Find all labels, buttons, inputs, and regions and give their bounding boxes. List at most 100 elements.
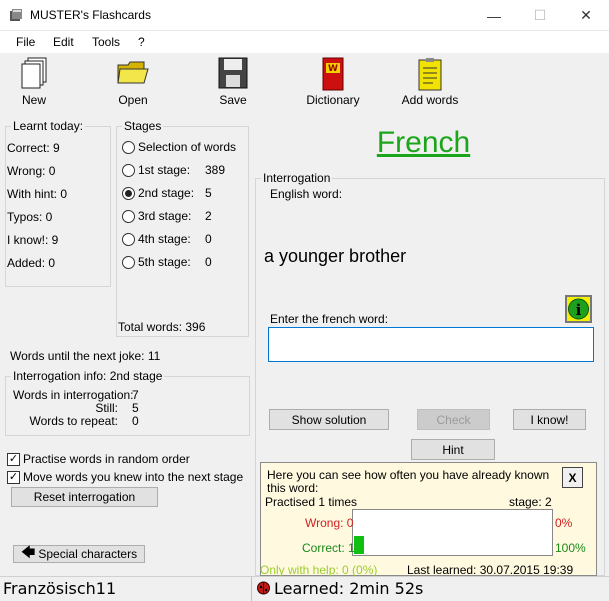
stage-label: 4th stage:: [138, 232, 191, 246]
add-words-button[interactable]: Add words: [398, 57, 462, 109]
wrong-percent: 0%: [555, 516, 573, 530]
window-title: MUSTER's Flashcards: [30, 8, 151, 22]
save-label: Save: [219, 93, 247, 107]
close-button[interactable]: ✕: [563, 0, 609, 31]
joke-counter: Words until the next joke: 11: [10, 349, 161, 363]
menu-edit[interactable]: Edit: [53, 35, 74, 49]
source-word-label: English word:: [270, 187, 343, 201]
radio-button[interactable]: [122, 141, 135, 154]
stage-radio-4th[interactable]: 4th stage: 0: [122, 232, 242, 248]
learnt-with-hint: With hint: 0: [7, 187, 68, 201]
hint-button[interactable]: Hint: [411, 439, 495, 460]
learnt-added: Added: 0: [7, 256, 56, 270]
floppy-disk-icon: [218, 57, 248, 89]
new-button[interactable]: New: [10, 57, 58, 109]
move-known-checkbox[interactable]: ✓: [7, 471, 20, 484]
words-in-interrogation-value: 7: [132, 388, 139, 402]
words-to-repeat-label: Words to repeat:: [29, 414, 119, 428]
move-known-checkbox-row[interactable]: ✓ Move words you knew into the next stag…: [7, 470, 247, 486]
special-characters-label: Special characters: [38, 547, 138, 561]
interrogation-info-label: Interrogation info: 2nd stage: [11, 369, 165, 383]
new-label: New: [21, 93, 46, 107]
radio-button[interactable]: [122, 233, 135, 246]
radio-button-selected[interactable]: [122, 187, 135, 200]
open-button[interactable]: Open: [108, 57, 158, 109]
folder-icon: [117, 61, 149, 84]
svg-text:i: i: [576, 301, 582, 319]
stages-label: Stages: [122, 119, 164, 133]
stage-label: 1st stage:: [138, 163, 191, 177]
stage-label: Selection of words: [138, 140, 237, 154]
wrong-count: Wrong: 0: [305, 516, 354, 530]
stage-radio-selection[interactable]: Selection of words: [122, 140, 242, 156]
maximize-button[interactable]: ☐: [517, 0, 563, 31]
language-title: French: [376, 126, 471, 159]
check-button[interactable]: Check: [417, 409, 490, 430]
stage-radio-2nd[interactable]: 2nd stage: 5: [122, 186, 242, 202]
stage-count: 0: [205, 232, 212, 246]
stage-label: 5th stage:: [138, 255, 191, 269]
random-order-checkbox-row[interactable]: ✓ Practise words in random order: [7, 452, 227, 468]
stage-radio-5th[interactable]: 5th stage: 0: [122, 255, 242, 271]
learnt-wrong: Wrong: 0: [7, 164, 56, 178]
new-document-icon: [21, 57, 47, 89]
stage-count: 0: [205, 255, 212, 269]
stage-count: 5: [205, 186, 212, 200]
help-count: Only with help: 0 (0%): [260, 563, 378, 577]
radio-button[interactable]: [122, 256, 135, 269]
info-icon: i: [568, 298, 589, 320]
words-in-interrogation-label: Words in interrogation:: [13, 388, 134, 402]
last-learned: Last learned: 30.07.2015 19:39: [407, 563, 574, 577]
add-words-label: Add words: [401, 93, 459, 107]
svg-text:W: W: [328, 64, 338, 74]
radio-button[interactable]: [122, 210, 135, 223]
dictionary-book-icon: W: [322, 57, 344, 91]
save-button[interactable]: Save: [210, 57, 256, 109]
still-label: Still:: [95, 401, 118, 415]
learnt-i-know: I know!: 9: [7, 233, 59, 247]
question-word: a younger brother: [264, 246, 407, 266]
menu-tools[interactable]: Tools: [92, 35, 120, 49]
learnt-typos: Typos: 0: [7, 210, 53, 224]
special-characters-button[interactable]: 🡄 Special characters: [13, 544, 145, 563]
answer-input-label: Enter the french word:: [270, 312, 389, 326]
stage-count: 2: [205, 209, 212, 223]
show-solution-button[interactable]: Show solution: [269, 409, 389, 430]
reset-interrogation-button[interactable]: Reset interrogation: [11, 487, 158, 507]
dictionary-button[interactable]: W Dictionary: [300, 57, 366, 109]
arrow-left-icon: 🡄: [20, 544, 36, 560]
stage-count: 389: [205, 163, 226, 177]
learnt-correct: Correct: 9: [7, 141, 60, 155]
words-to-repeat-value: 0: [132, 414, 139, 428]
open-label: Open: [118, 93, 148, 107]
stats-chart: [352, 509, 553, 556]
status-file-name: Französisch11: [3, 579, 117, 598]
ladybug-icon: [257, 581, 270, 595]
correct-percent: 100%: [555, 541, 586, 555]
practised-count: Practised 1 times: [265, 495, 358, 509]
stage-radio-3rd[interactable]: 3rd stage: 2: [122, 209, 242, 225]
stage-radio-1st[interactable]: 1st stage: 389: [122, 163, 242, 179]
stage-label: 3rd stage:: [138, 209, 192, 223]
dictionary-label: Dictionary: [306, 93, 360, 107]
stats-intro: Here you can see how often you have alre…: [267, 468, 550, 495]
random-order-label: Practise words in random order: [23, 452, 190, 466]
move-known-label: Move words you knew into the next stage: [23, 470, 244, 484]
minimize-button[interactable]: —: [471, 0, 517, 31]
stats-close-button[interactable]: X: [562, 467, 583, 488]
stage-label: 2nd stage:: [138, 186, 195, 200]
correct-count: Correct: 1: [302, 541, 355, 555]
learnt-today-label: Learnt today:: [11, 119, 86, 133]
i-know-button[interactable]: I know!: [513, 409, 586, 430]
total-words: Total words: 396: [118, 320, 206, 334]
radio-button[interactable]: [122, 164, 135, 177]
random-order-checkbox[interactable]: ✓: [7, 453, 20, 466]
app-icon: [10, 9, 22, 21]
status-learned-time: Learned: 2min 52s: [274, 579, 424, 598]
add-words-note-icon: [418, 58, 442, 91]
menu-help[interactable]: ?: [138, 35, 145, 49]
answer-input[interactable]: [268, 327, 594, 362]
menu-file[interactable]: File: [16, 35, 35, 49]
info-button[interactable]: i: [565, 295, 592, 323]
still-value: 5: [132, 401, 139, 415]
